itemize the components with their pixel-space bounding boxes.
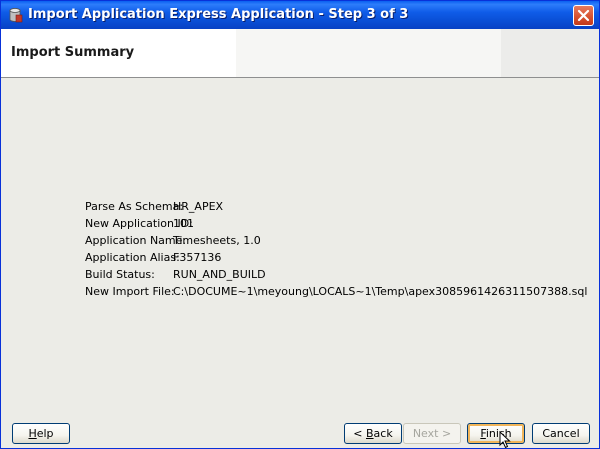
help-mnemonic: H (28, 427, 37, 440)
database-icon (7, 7, 23, 23)
close-button[interactable] (573, 5, 594, 26)
summary-label: New Import File: (85, 285, 175, 298)
summary-label: Build Status: (85, 268, 155, 281)
back-mnemonic: B (366, 427, 374, 440)
back-button[interactable]: < Back (344, 423, 402, 444)
help-button[interactable]: Help (12, 423, 70, 444)
summary-label: Application Alias: (85, 251, 180, 264)
summary-value: 101 (173, 217, 194, 230)
help-label-rest: elp (36, 427, 54, 440)
title-bar[interactable]: Import Application Express Application -… (1, 1, 599, 29)
next-label: Next > (412, 427, 452, 440)
dialog-window: Import Application Express Application -… (0, 0, 600, 449)
wizard-header: Import Summary (1, 29, 599, 78)
back-label-rest: ack (373, 427, 393, 440)
summary-value: F357136 (173, 251, 222, 264)
next-button[interactable]: Next > (403, 423, 461, 444)
header-shade (236, 29, 501, 77)
summary-label: Application Name: (85, 234, 187, 247)
page-title: Import Summary (11, 45, 135, 60)
cancel-button[interactable]: Cancel (532, 423, 590, 444)
header-shade-right (501, 29, 599, 77)
window-title: Import Application Express Application -… (28, 7, 409, 22)
cancel-label: Cancel (542, 427, 580, 440)
close-icon (577, 9, 590, 22)
finish-button[interactable]: Finish (467, 423, 525, 444)
summary-value: Timesheets, 1.0 (173, 234, 261, 247)
summary-value: HR_APEX (173, 200, 224, 213)
summary-value: C:\DOCUME~1\meyoung\LOCALS~1\Temp\apex30… (173, 285, 588, 298)
back-prefix: < (353, 427, 366, 440)
summary-label: Parse As Schema: (85, 200, 184, 213)
summary-value: RUN_AND_BUILD (173, 268, 266, 281)
mouse-cursor-icon (499, 431, 511, 449)
